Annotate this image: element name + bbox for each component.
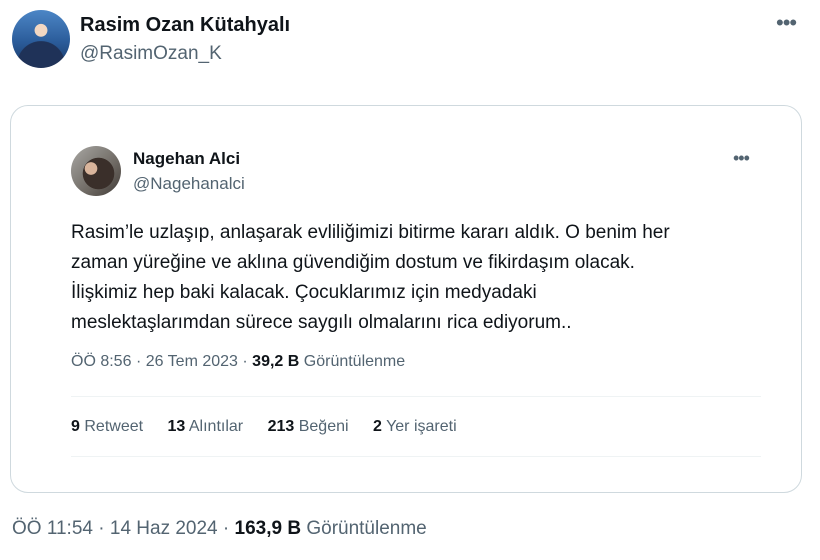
tweet-meta: ÖÖ 11:54 · 14 Haz 2024 · 163,9 B Görüntü…	[12, 518, 427, 540]
likes-stat[interactable]: 213 Beğeni	[268, 418, 349, 435]
views-count: 163,9 B	[234, 518, 302, 539]
tweet-text-line: Rasim’le uzlaşıp, anlaşarak evliliğimizi…	[71, 222, 670, 243]
divider	[71, 396, 761, 397]
tweet-text-line: İlişkimiz hep baki kalacak. Çocuklarımız…	[71, 282, 537, 303]
author-name[interactable]: Rasim Ozan Kütahyalı	[80, 14, 290, 37]
quoted-author-avatar[interactable]	[71, 146, 121, 196]
tweet-time[interactable]: ÖÖ 11:54	[12, 518, 93, 539]
quoted-author-handle[interactable]: @Nagehanalci	[133, 174, 245, 194]
tweet-text-line: zaman yüreğine ve aklına güvendiğim dost…	[71, 252, 635, 273]
quoted-more-options-icon[interactable]: •••	[733, 148, 750, 169]
tweet-date[interactable]: 14 Haz 2024	[110, 518, 218, 539]
quoted-tweet-date[interactable]: 26 Tem 2023	[146, 353, 238, 370]
more-options-icon[interactable]: •••	[776, 10, 797, 36]
author-avatar[interactable]	[12, 10, 70, 68]
retweets-stat[interactable]: 9 Retweet	[71, 418, 143, 435]
separator: ·	[98, 518, 105, 539]
divider	[71, 456, 761, 457]
quoted-author-name[interactable]: Nagehan Alci	[133, 149, 240, 169]
quoted-tweet-time[interactable]: ÖÖ 8:56	[71, 353, 131, 370]
quoted-tweet-text: Rasim’le uzlaşıp, anlaşarak evliliğimizi…	[71, 218, 751, 338]
quoted-views-count: 39,2 B	[252, 353, 300, 370]
quotes-stat[interactable]: 13 Alıntılar	[168, 418, 244, 435]
quoted-views-label: Görüntülenme	[303, 353, 406, 370]
separator: ·	[242, 353, 248, 370]
tweet-text-line: meslektaşlarımdan sürece saygılı olmalar…	[71, 312, 572, 333]
separator: ·	[222, 518, 230, 539]
quoted-tweet-meta: ÖÖ 8:56 · 26 Tem 2023 · 39,2 B Görüntüle…	[71, 353, 405, 371]
author-handle[interactable]: @RasimOzan_K	[80, 43, 222, 65]
bookmarks-stat[interactable]: 2 Yer işareti	[373, 418, 457, 435]
quoted-tweet-card[interactable]: Nagehan Alci @Nagehanalci ••• Rasim’le u…	[10, 105, 802, 493]
quoted-tweet-stats: 9 Retweet 13 Alıntılar 213 Beğeni 2 Yer …	[71, 418, 477, 436]
views-label: Görüntülenme	[306, 518, 427, 539]
separator: ·	[135, 353, 142, 370]
